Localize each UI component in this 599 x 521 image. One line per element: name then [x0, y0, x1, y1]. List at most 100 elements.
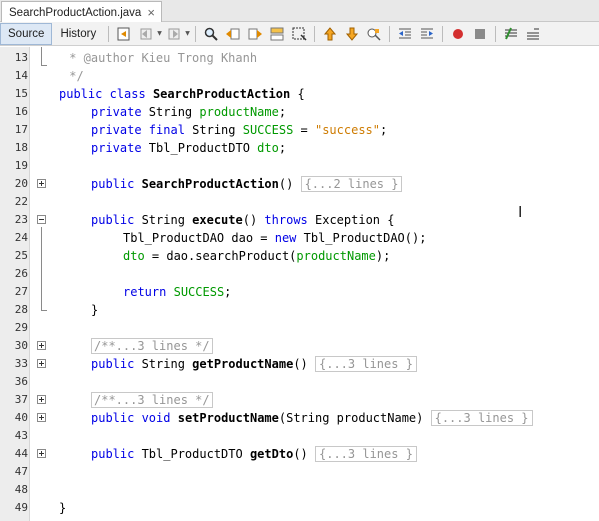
shift-right-icon[interactable]: [416, 24, 438, 44]
code-line[interactable]: 48: [0, 481, 599, 499]
code-text: (): [242, 213, 265, 227]
toggle-bookmark-icon[interactable]: [363, 24, 385, 44]
code-line[interactable]: 49 }: [0, 499, 599, 517]
code-line[interactable]: 40 public void setProductName(String pro…: [0, 409, 599, 427]
collapsed-block[interactable]: {...3 lines }: [430, 410, 533, 426]
toolbar-separator: [314, 25, 316, 42]
stop-macro-icon[interactable]: [469, 24, 491, 44]
code-line[interactable]: 28 }: [0, 301, 599, 319]
class-name: SearchProductAction: [152, 87, 291, 101]
collapsed-javadoc[interactable]: /**...3 lines */: [91, 392, 213, 408]
expand-fold-icon[interactable]: [37, 395, 46, 404]
expand-fold-icon[interactable]: [37, 341, 46, 350]
expand-fold-icon[interactable]: [37, 359, 46, 368]
code-line[interactable]: 14 */: [0, 67, 599, 85]
code-text: ;: [278, 105, 287, 119]
code-line[interactable]: 18 private Tbl_ProductDTO dto;: [0, 139, 599, 157]
collapsed-javadoc[interactable]: /**...3 lines */: [91, 338, 213, 354]
code-text: (String productName): [278, 411, 424, 425]
method-name: SearchProductAction: [141, 177, 279, 191]
line-number: 37: [14, 393, 28, 406]
code-line[interactable]: 44 public Tbl_ProductDTO getDto() {...3 …: [0, 445, 599, 463]
collapsed-block[interactable]: {...2 lines }: [300, 176, 403, 192]
string-literal: "success": [314, 123, 381, 137]
code-text: Tbl_ProductDAO();: [296, 231, 427, 245]
comment-icon[interactable]: [500, 24, 522, 44]
collapse-fold-icon[interactable]: [37, 215, 46, 224]
line-number: 24: [14, 231, 28, 244]
forward-icon[interactable]: [163, 24, 185, 44]
editor-tab-bar: SearchProductAction.java ×: [0, 0, 599, 23]
close-tab-icon[interactable]: ×: [147, 6, 155, 19]
code-line[interactable]: 33 public String getProductName() {...3 …: [0, 355, 599, 373]
code-line[interactable]: 27 return SUCCESS;: [0, 283, 599, 301]
keyword: private final: [91, 123, 185, 137]
code-text: (): [293, 357, 308, 371]
uncomment-icon[interactable]: [522, 24, 544, 44]
code-line[interactable]: 43: [0, 427, 599, 445]
code-line[interactable]: 47: [0, 463, 599, 481]
line-number: 18: [14, 141, 28, 154]
code-line[interactable]: 20 public SearchProductAction() {...2 li…: [0, 175, 599, 193]
line-number: 26: [14, 267, 28, 280]
collapsed-block[interactable]: {...3 lines }: [315, 446, 417, 462]
code-text: (): [293, 447, 308, 461]
code-line[interactable]: 37 /**...3 lines */: [0, 391, 599, 409]
code-line[interactable]: 36: [0, 373, 599, 391]
code-line[interactable]: 16 private String productName;: [0, 103, 599, 121]
expand-fold-icon[interactable]: [37, 449, 46, 458]
code-line[interactable]: 22: [0, 193, 599, 211]
type-name: String: [134, 357, 193, 371]
previous-bookmark-icon[interactable]: [319, 24, 341, 44]
find-selection-icon[interactable]: [266, 24, 288, 44]
code-line[interactable]: 19: [0, 157, 599, 175]
expand-fold-icon[interactable]: [37, 413, 46, 422]
line-number: 47: [14, 465, 28, 478]
find-next-icon[interactable]: [244, 24, 266, 44]
code-line[interactable]: 29: [0, 319, 599, 337]
toggle-highlight-icon[interactable]: [288, 24, 310, 44]
line-number: 17: [14, 123, 28, 136]
keyword: public: [91, 213, 135, 227]
file-tab-title: SearchProductAction.java: [9, 6, 142, 19]
method-name: execute: [192, 213, 243, 227]
forward-dropdown-icon[interactable]: ▼: [185, 30, 191, 37]
code-line[interactable]: 26: [0, 265, 599, 283]
line-number: 29: [14, 321, 28, 334]
keyword: public class: [59, 87, 146, 101]
shift-left-icon[interactable]: [394, 24, 416, 44]
code-text: =: [293, 123, 315, 137]
code-line[interactable]: 25 dto = dao.searchProduct(productName);: [0, 247, 599, 265]
record-macro-icon[interactable]: [447, 24, 469, 44]
next-bookmark-icon[interactable]: [341, 24, 363, 44]
find-previous-icon[interactable]: [222, 24, 244, 44]
code-text: Tbl_ProductDAO dao =: [123, 231, 275, 245]
expand-fold-icon[interactable]: [37, 179, 46, 188]
code-line[interactable]: 15 public class SearchProductAction {: [0, 85, 599, 103]
last-edit-icon[interactable]: [113, 24, 135, 44]
find-icon[interactable]: [200, 24, 222, 44]
line-number: 15: [14, 87, 28, 100]
code-text: (): [278, 177, 294, 191]
code-line[interactable]: 30 /**...3 lines */: [0, 337, 599, 355]
method-name: getDto: [249, 447, 294, 461]
code-line[interactable]: 23 public String execute() throws Except…: [0, 211, 599, 229]
code-line[interactable]: 17 private final String SUCCESS = "succe…: [0, 121, 599, 139]
type-name: Tbl_ProductDTO: [134, 447, 250, 461]
keyword: public: [91, 177, 135, 191]
line-number: 25: [14, 249, 28, 262]
code-line[interactable]: 13 * @author Kieu Trong Khanh: [0, 49, 599, 67]
line-number: 28: [14, 303, 28, 316]
collapsed-block[interactable]: {...3 lines }: [315, 356, 417, 372]
keyword: private: [91, 141, 142, 155]
keyword: throws: [264, 213, 308, 227]
file-tab[interactable]: SearchProductAction.java ×: [1, 1, 162, 23]
code-line[interactable]: 24 Tbl_ProductDAO dao = new Tbl_ProductD…: [0, 229, 599, 247]
keyword: public: [91, 357, 135, 371]
back-icon[interactable]: [135, 24, 157, 44]
toolbar-separator: [195, 25, 197, 42]
source-view-button[interactable]: Source: [0, 22, 53, 45]
text-cursor-icon: I: [518, 203, 523, 221]
comment-text: * @author Kieu Trong Khanh: [62, 51, 258, 65]
history-view-button[interactable]: History: [52, 23, 104, 45]
